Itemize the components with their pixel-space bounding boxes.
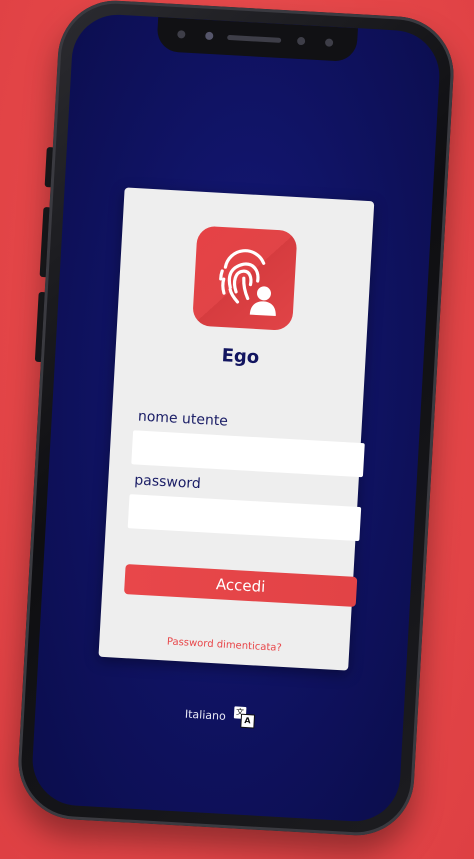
- background: Ego nome utente password Accedi Password…: [0, 0, 474, 859]
- username-input[interactable]: [131, 430, 365, 478]
- language-label: Italiano: [184, 707, 227, 723]
- login-card: Ego nome utente password Accedi Password…: [98, 187, 375, 671]
- speaker-grille: [227, 34, 282, 43]
- app-logo: [192, 225, 298, 331]
- language-selector[interactable]: Italiano 文 A: [184, 704, 255, 729]
- phone-mockup: Ego nome utente password Accedi Password…: [15, 0, 457, 839]
- fingerprint-user-icon: [219, 249, 276, 317]
- translate-icon-letter: A: [240, 713, 255, 729]
- sensor-dot: [296, 36, 306, 46]
- camera-dot: [205, 31, 214, 41]
- sensor-dot: [324, 38, 334, 47]
- password-input[interactable]: [127, 494, 362, 542]
- app-title: Ego: [221, 345, 260, 369]
- forgot-password-link[interactable]: Password dimenticata?: [99, 633, 349, 658]
- translate-icon: 文 A: [233, 706, 255, 729]
- password-label: password: [133, 472, 202, 493]
- login-button[interactable]: Accedi: [123, 564, 358, 607]
- username-label: nome utente: [137, 408, 229, 430]
- phone-screen: Ego nome utente password Accedi Password…: [30, 12, 442, 824]
- sensor-dot: [177, 30, 186, 39]
